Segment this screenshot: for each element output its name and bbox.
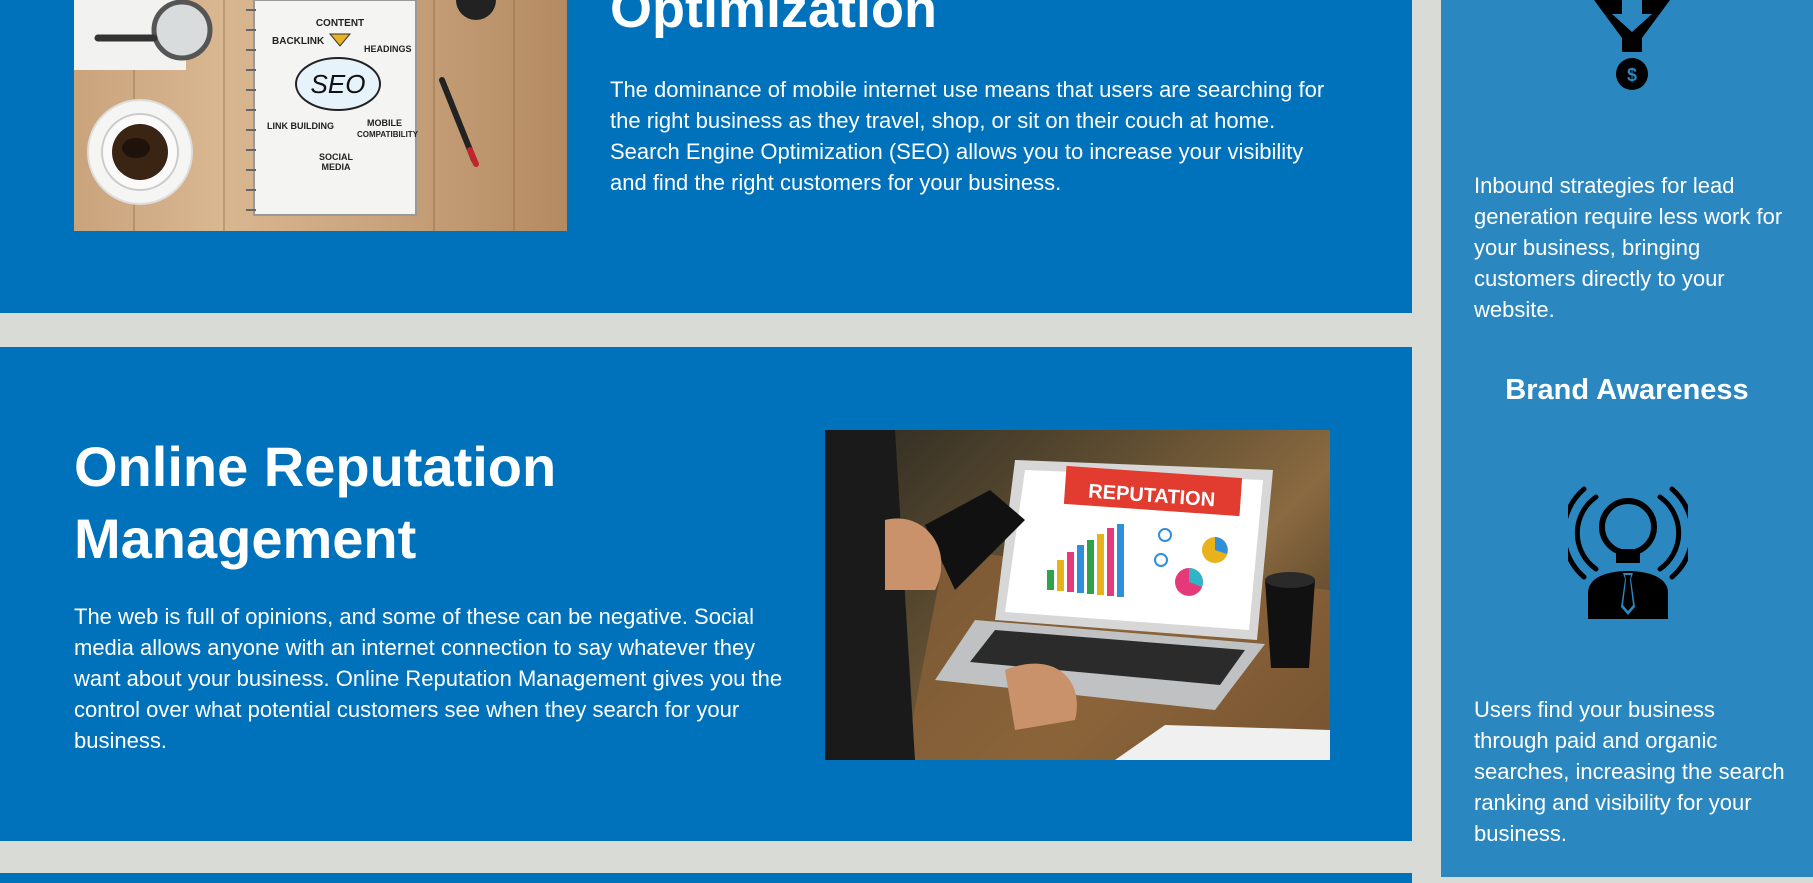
svg-text:$: $: [1627, 65, 1637, 85]
funnel-dollar-icon: $: [1589, 0, 1675, 92]
orm-section: Online Reputation Management The web is …: [0, 347, 1412, 841]
seo-image-label-content: CONTENT: [316, 18, 364, 29]
brand-awareness-heading: Brand Awareness: [1505, 374, 1749, 406]
orm-image: REPUTATION: [825, 430, 1330, 760]
brand-awareness-text: Users find your business through paid an…: [1474, 697, 1785, 846]
next-section: [0, 873, 1412, 883]
seo-image-label-social: SOCIAL: [319, 152, 354, 162]
seo-image-label-backlink: BACKLINK: [272, 36, 325, 47]
seo-image-label-mobile: MOBILE: [367, 118, 402, 128]
sidebar: $ Inbound strategies for lead generation…: [1441, 0, 1813, 877]
seo-image-label-seo: SEO: [311, 69, 366, 99]
seo-image: SEO CONTENT BACKLINK HEADINGS LINK BUILD…: [74, 0, 567, 231]
orm-title: Online Reputation Management: [74, 435, 557, 570]
seo-image-label-link-building: LINK BUILDING: [267, 121, 334, 131]
lightbulb-person-icon: [1561, 483, 1695, 619]
seo-title: Optimization: [610, 0, 937, 39]
lead-generation-text: Inbound strategies for lead generation r…: [1474, 173, 1783, 322]
seo-image-label-compatibility: COMPATIBILITY: [357, 130, 419, 139]
seo-image-label-headings: HEADINGS: [364, 44, 412, 54]
orm-description: The web is full of opinions, and some of…: [74, 604, 783, 753]
seo-image-label-media: MEDIA: [322, 162, 352, 172]
seo-section: SEO CONTENT BACKLINK HEADINGS LINK BUILD…: [0, 0, 1412, 313]
seo-description: The dominance of mobile internet use mea…: [610, 77, 1325, 195]
